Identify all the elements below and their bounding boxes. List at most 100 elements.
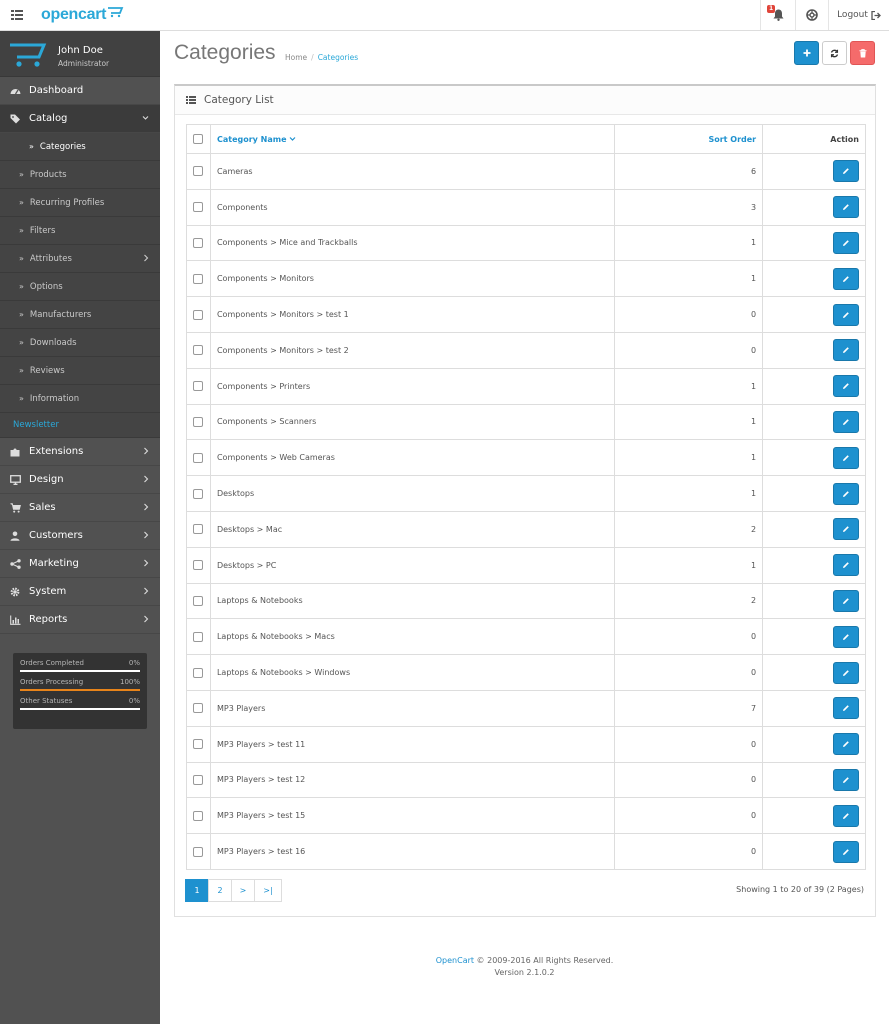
edit-button[interactable] (833, 482, 859, 505)
nav-newsletter[interactable]: Newsletter (0, 413, 160, 438)
nav-information[interactable]: » Information (0, 385, 160, 413)
action-cell (762, 833, 866, 870)
edit-button[interactable] (833, 303, 859, 326)
pencil-icon (843, 633, 849, 640)
row-checkbox[interactable] (193, 524, 204, 535)
edit-button[interactable] (833, 160, 859, 183)
nav-dashboard[interactable]: Dashboard (0, 77, 160, 105)
row-checkbox[interactable] (193, 345, 204, 356)
row-checkbox[interactable] (193, 237, 204, 248)
chevron-right-icon (144, 615, 149, 623)
edit-button[interactable] (833, 446, 859, 469)
nav-extensions[interactable]: Extensions (0, 438, 160, 466)
edit-button[interactable] (833, 589, 859, 612)
edit-button[interactable] (833, 697, 859, 720)
help-button[interactable] (795, 0, 828, 30)
logout-button[interactable]: Logout (828, 0, 889, 30)
double-chevron-icon: » (19, 366, 24, 375)
edit-button[interactable] (833, 804, 859, 827)
user-profile[interactable]: John Doe Administrator (0, 31, 160, 77)
edit-button[interactable] (833, 518, 859, 541)
add-category-button[interactable] (794, 41, 819, 65)
row-checkbox[interactable] (193, 166, 204, 177)
nav-attributes[interactable]: » Attributes (0, 245, 160, 273)
row-checkbox[interactable] (193, 846, 204, 857)
breadcrumb-home[interactable]: Home (285, 53, 307, 62)
edit-button[interactable] (833, 267, 859, 290)
sort-order: 0 (614, 761, 764, 799)
double-chevron-icon: » (19, 170, 24, 179)
edit-button[interactable] (833, 768, 859, 791)
row-checkbox[interactable] (193, 595, 204, 606)
nav-customers[interactable]: Customers (0, 522, 160, 550)
pencil-icon (843, 812, 849, 819)
row-checkbox[interactable] (193, 309, 204, 320)
sort-by-order-header[interactable]: Sort Order (614, 124, 764, 154)
row-checkbox[interactable] (193, 488, 204, 499)
row-checkbox[interactable] (193, 560, 204, 571)
nav-downloads[interactable]: » Downloads (0, 329, 160, 357)
nav-sales[interactable]: Sales (0, 494, 160, 522)
edit-button[interactable] (833, 231, 859, 254)
row-checkbox[interactable] (193, 202, 204, 213)
nav-categories[interactable]: » Categories (0, 133, 160, 161)
nav-manufacturers[interactable]: » Manufacturers (0, 301, 160, 329)
edit-button[interactable] (833, 339, 859, 362)
edit-button[interactable] (833, 410, 859, 433)
menu-toggle-button[interactable] (0, 0, 34, 30)
edit-button[interactable] (833, 625, 859, 648)
edit-button[interactable] (833, 661, 859, 684)
nav-marketing[interactable]: Marketing (0, 550, 160, 578)
select-all-cell (186, 124, 211, 154)
stat-other-statuses: Other Statuses 0% (20, 697, 140, 710)
opencart-link[interactable]: OpenCart (436, 956, 474, 965)
page-link[interactable]: >| (254, 879, 282, 902)
page-link[interactable]: 1 (185, 879, 209, 902)
edit-button[interactable] (833, 196, 859, 219)
row-checkbox[interactable] (193, 810, 204, 821)
nav-options[interactable]: » Options (0, 273, 160, 301)
row-checkbox[interactable] (193, 273, 204, 284)
nav-system[interactable]: System (0, 578, 160, 606)
row-checkbox[interactable] (193, 631, 204, 642)
sort-by-name-header[interactable]: Category Name (209, 124, 616, 154)
chevron-right-icon (144, 503, 149, 511)
row-checkbox[interactable] (193, 381, 204, 392)
row-select-cell (186, 367, 211, 405)
version-text: Version 2.1.0.2 (494, 968, 555, 977)
row-checkbox[interactable] (193, 667, 204, 678)
repair-button[interactable] (822, 41, 847, 65)
sort-order: 7 (614, 689, 764, 727)
page-link[interactable]: > (231, 879, 255, 902)
pagination: 1 2 > >| (185, 879, 282, 902)
nav-design[interactable]: Design (0, 466, 160, 494)
nav-catalog[interactable]: Catalog (0, 105, 160, 133)
nav-products[interactable]: » Products (0, 161, 160, 189)
edit-button[interactable] (833, 375, 859, 398)
nav-recurring-profiles[interactable]: » Recurring Profiles (0, 189, 160, 217)
select-all-checkbox[interactable] (193, 134, 204, 144)
row-checkbox[interactable] (193, 416, 204, 427)
nav-filters[interactable]: » Filters (0, 217, 160, 245)
row-checkbox[interactable] (193, 452, 204, 463)
user-name: John Doe (58, 45, 103, 56)
notifications-button[interactable]: 1 (760, 0, 795, 30)
row-checkbox[interactable] (193, 703, 204, 714)
row-select-cell (186, 618, 211, 656)
delete-button[interactable] (850, 41, 875, 65)
edit-button[interactable] (833, 733, 859, 756)
edit-button[interactable] (833, 840, 859, 863)
monitor-icon (9, 474, 21, 485)
pencil-icon (843, 383, 849, 390)
opencart-logo[interactable]: opencart (41, 6, 124, 24)
nav-reports[interactable]: Reports (0, 606, 160, 634)
page-link[interactable]: 2 (208, 879, 232, 902)
table-row: Desktops > Mac 2 (186, 510, 866, 548)
row-checkbox[interactable] (193, 774, 204, 785)
edit-button[interactable] (833, 554, 859, 577)
row-checkbox[interactable] (193, 739, 204, 750)
nav-reviews[interactable]: » Reviews (0, 357, 160, 385)
category-table: Category Name Sort Order Action Cameras 6… (186, 124, 866, 870)
breadcrumb-current[interactable]: Categories (318, 53, 358, 62)
double-chevron-icon: » (19, 254, 24, 263)
